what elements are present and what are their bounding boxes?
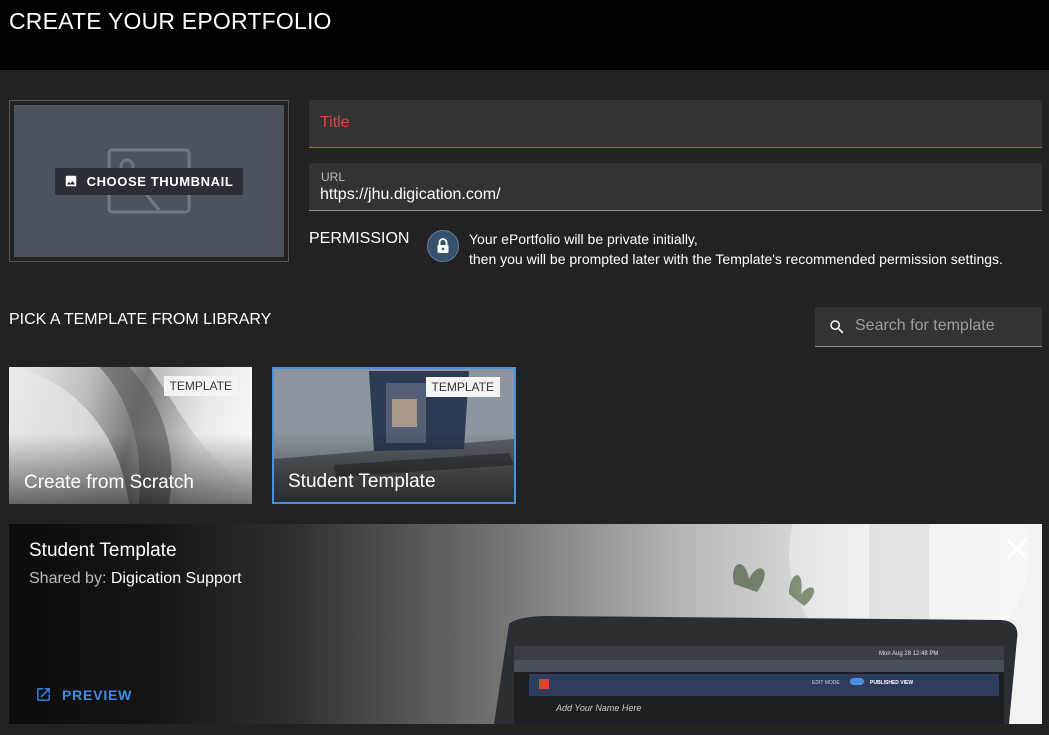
permission-badge <box>427 230 459 262</box>
url-label: URL <box>321 170 346 184</box>
thumbnail-preview: CHOOSE THUMBNAIL <box>14 105 284 257</box>
template-card-title: Create from Scratch <box>24 472 194 493</box>
permission-description: Your ePortfolio will be private initiall… <box>469 229 1003 269</box>
top-bar: CREATE YOUR EPORTFOLIO <box>0 0 1049 70</box>
screen-published-view-text: PUBLISHED VIEW <box>870 680 913 686</box>
thumbnail-picker[interactable]: CHOOSE THUMBNAIL <box>9 100 289 262</box>
url-field[interactable]: URL <box>309 163 1042 211</box>
template-card-student[interactable]: TEMPLATE Student Template <box>272 367 516 504</box>
screen-date-text: Mon Aug 28 12:48 PM <box>879 651 938 657</box>
shared-by-label: Shared by: <box>29 570 107 587</box>
template-tag: TEMPLATE <box>163 376 238 396</box>
template-preview-panel: Mon Aug 28 12:48 PM EDIT MODE PUBLISHED … <box>9 524 1042 724</box>
screen-edit-mode-text: EDIT MODE <box>812 680 840 686</box>
choose-thumbnail-label: CHOOSE THUMBNAIL <box>86 173 234 189</box>
close-preview-button[interactable] <box>1006 538 1028 565</box>
page-title: CREATE YOUR EPORTFOLIO <box>9 8 332 34</box>
permission-line-1: Your ePortfolio will be private initiall… <box>469 231 698 247</box>
shared-by-line: Shared by: Digication Support <box>29 570 242 588</box>
template-card-title: Student Template <box>288 471 436 492</box>
open-in-new-icon <box>37 688 50 701</box>
screen-name-placeholder-text: Add Your Name Here <box>555 703 641 713</box>
template-library-heading: PICK A TEMPLATE FROM LIBRARY <box>9 311 272 328</box>
template-search-input[interactable] <box>855 317 1035 335</box>
search-icon <box>830 320 844 334</box>
preview-link-label: PREVIEW <box>62 686 133 703</box>
permission-label: PERMISSION <box>309 230 410 247</box>
shared-by-name: Digication Support <box>110 570 242 587</box>
choose-thumbnail-button[interactable]: CHOOSE THUMBNAIL <box>54 167 244 195</box>
permission-line-2: then you will be prompted later with the… <box>469 251 1003 267</box>
template-tag: TEMPLATE <box>425 377 500 397</box>
preview-link[interactable]: PREVIEW <box>35 686 132 703</box>
lock-icon <box>437 238 449 253</box>
template-card-scratch[interactable]: TEMPLATE Create from Scratch <box>9 367 252 504</box>
title-input[interactable] <box>320 114 1020 132</box>
url-input[interactable] <box>320 186 1020 204</box>
preview-title: Student Template <box>29 540 177 561</box>
template-search[interactable] <box>815 307 1042 347</box>
image-icon <box>65 175 76 187</box>
close-icon <box>1006 538 1028 560</box>
title-field[interactable] <box>309 100 1042 148</box>
